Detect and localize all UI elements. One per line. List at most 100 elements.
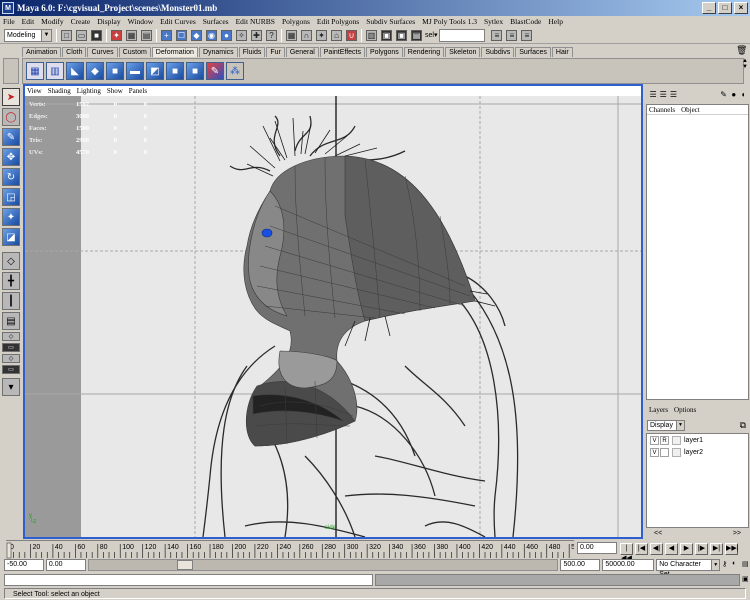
- current-frame-field[interactable]: 0.00: [577, 542, 617, 554]
- manipulator-tool-icon[interactable]: ✦: [2, 208, 20, 226]
- mask-dynamics-icon[interactable]: ✧: [236, 29, 247, 41]
- layer-color-swatch[interactable]: [672, 435, 681, 445]
- play-forwards-button[interactable]: ▶: [680, 542, 693, 555]
- playback-start-field[interactable]: 0.00: [45, 559, 86, 571]
- make-live-icon[interactable]: ∪: [346, 29, 357, 41]
- shelf-tab-general[interactable]: General: [285, 47, 319, 57]
- menu-window[interactable]: Window: [128, 17, 154, 26]
- menu-file[interactable]: File: [3, 17, 15, 26]
- paint-attr-icon[interactable]: ✎: [720, 90, 728, 100]
- cluster-icon[interactable]: ▥: [46, 62, 64, 80]
- wave-deformer-icon[interactable]: ■: [166, 62, 184, 80]
- flare-deformer-icon[interactable]: ◆: [86, 62, 104, 80]
- end-time-field[interactable]: 50000.00: [602, 559, 655, 571]
- layer-visibility-toggle[interactable]: V: [650, 435, 659, 445]
- menu-help[interactable]: Help: [548, 17, 563, 26]
- step-forward-frame-button[interactable]: ▶|: [710, 542, 723, 555]
- hypershade-layout-icon[interactable]: ◇: [2, 332, 20, 341]
- twist-deformer-icon[interactable]: ◩: [146, 62, 164, 80]
- save-scene-icon[interactable]: ■: [91, 29, 102, 41]
- menu-edit-nurbs[interactable]: Edit NURBS: [236, 17, 275, 26]
- wrinkle-deformer-icon[interactable]: ⁂: [226, 62, 244, 80]
- auto-key-icon[interactable]: ◐: [732, 560, 740, 570]
- lock-icon[interactable]: ◐: [740, 90, 748, 100]
- snap-plane-icon[interactable]: ⌂: [331, 29, 342, 41]
- layer-reference-toggle[interactable]: R: [660, 435, 669, 445]
- shelf-tab-fluids[interactable]: Fluids: [238, 47, 266, 57]
- tool-settings-icon[interactable]: ≡: [506, 29, 518, 41]
- create-layer-icon[interactable]: ⧉: [740, 420, 746, 431]
- mask-handle-icon[interactable]: +: [161, 29, 172, 41]
- graph-editor-layout-icon[interactable]: ▭: [2, 343, 20, 352]
- render-frame-icon[interactable]: ▣: [381, 29, 392, 41]
- layer-row[interactable]: Vlayer2: [647, 446, 748, 458]
- attribute-editor-icon[interactable]: ≡: [491, 29, 503, 41]
- lasso-tool-icon[interactable]: ◯: [2, 108, 20, 126]
- select-component-icon[interactable]: ▤: [141, 29, 152, 41]
- menu-surfaces[interactable]: Surfaces: [203, 17, 229, 26]
- step-back-frame-button[interactable]: |◀: [635, 542, 648, 555]
- play-backwards-button[interactable]: ◀: [665, 542, 678, 555]
- open-scene-icon[interactable]: ▭: [76, 29, 87, 41]
- go-to-start-button[interactable]: |◀◀: [620, 542, 633, 562]
- minimize-button[interactable]: _: [702, 2, 716, 14]
- four-view-layout-icon[interactable]: ╋: [2, 272, 20, 290]
- mask-joint-icon[interactable]: ☐: [176, 29, 187, 41]
- close-button[interactable]: ×: [734, 2, 748, 14]
- range-slider-handle[interactable]: [176, 560, 193, 570]
- render-globals-icon[interactable]: ▤: [411, 29, 422, 41]
- go-to-end-button[interactable]: ▶▶|: [725, 542, 739, 555]
- render-view-layout-icon[interactable]: ▭: [2, 365, 20, 374]
- shelf-tab-skeleton[interactable]: Skeleton: [445, 47, 481, 57]
- viewport-menu-panels[interactable]: Panels: [129, 87, 147, 95]
- wire-deformer-icon[interactable]: ✎: [206, 62, 224, 80]
- shelf-tab-surfaces[interactable]: Surfaces: [515, 47, 551, 57]
- viewport-menu-view[interactable]: View: [27, 87, 42, 95]
- shelf-tab-polygons[interactable]: Polygons: [366, 47, 403, 57]
- scroll-left-button[interactable]: <<: [654, 530, 662, 537]
- shelf-tab-hair[interactable]: Hair: [551, 47, 573, 57]
- modeling-viewport[interactable]: View Shading Lighting Show Panels Verts: 1592…: [23, 84, 643, 539]
- snap-curve-icon[interactable]: ∩: [301, 29, 312, 41]
- last-tool-icon[interactable]: ◪: [2, 228, 20, 246]
- select-object-icon[interactable]: ▦: [126, 29, 137, 41]
- channel-box-layout3-icon[interactable]: ☰: [669, 90, 677, 100]
- shelf-tab-cloth[interactable]: Cloth: [62, 47, 87, 57]
- menu-subdiv-surfaces[interactable]: Subdiv Surfaces: [366, 17, 415, 26]
- snap-grid-icon[interactable]: ▦: [286, 29, 297, 41]
- layer-visibility-toggle[interactable]: V: [650, 447, 659, 457]
- script-editor-icon[interactable]: ▣: [742, 575, 750, 585]
- menu-polygons[interactable]: Polygons: [282, 17, 310, 26]
- character-set-select[interactable]: No Character Set ▼: [656, 559, 721, 578]
- layout-menu-icon[interactable]: ▾: [2, 378, 20, 396]
- step-back-key-button[interactable]: ◀|: [650, 542, 663, 555]
- maximize-button[interactable]: □: [718, 2, 732, 14]
- layer-type-select[interactable]: Display ▼: [647, 419, 685, 431]
- mask-render-icon[interactable]: ✚: [251, 29, 262, 41]
- shelf-scroll[interactable]: ▲ ▼: [742, 58, 748, 84]
- shelf-tab-dynamics[interactable]: Dynamics: [198, 47, 238, 57]
- rotate-tool-icon[interactable]: ↻: [2, 168, 20, 186]
- viewport-menu-lighting[interactable]: Lighting: [77, 87, 101, 95]
- select-hierarchy-icon[interactable]: ✦: [111, 29, 122, 41]
- move-tool-icon[interactable]: ✥: [2, 148, 20, 166]
- trash-icon[interactable]: 🗑: [736, 45, 747, 56]
- start-time-field[interactable]: -50.00: [4, 559, 44, 571]
- command-input[interactable]: [4, 573, 373, 586]
- channel-box-icon[interactable]: ≡: [521, 29, 533, 41]
- time-slider[interactable]: 0 20 40 60 80 100 120 140 160 180 200 220 240 260 280 3…: [6, 540, 574, 559]
- channel-box-layout-icon[interactable]: ☰: [649, 90, 657, 100]
- two-view-layout-icon[interactable]: ┃: [2, 292, 20, 310]
- ipr-render-icon[interactable]: ▣: [396, 29, 407, 41]
- mask-misc-icon[interactable]: ?: [266, 29, 277, 41]
- viewport-menu-shading[interactable]: Shading: [48, 87, 71, 95]
- snap-point-icon[interactable]: ✦: [316, 29, 327, 41]
- channel-box-layout2-icon[interactable]: ☰: [659, 90, 667, 100]
- squash-deformer-icon[interactable]: ▬: [126, 62, 144, 80]
- menu-mj-poly-tools-1-3[interactable]: MJ Poly Tools 1.3: [422, 17, 477, 26]
- layer-menu-options[interactable]: Options: [674, 406, 696, 416]
- shelf-tab-rendering[interactable]: Rendering: [403, 47, 445, 57]
- menu-create[interactable]: Create: [71, 17, 91, 26]
- menu-modify[interactable]: Modify: [41, 17, 64, 26]
- menu-edit-polygons[interactable]: Edit Polygons: [317, 17, 359, 26]
